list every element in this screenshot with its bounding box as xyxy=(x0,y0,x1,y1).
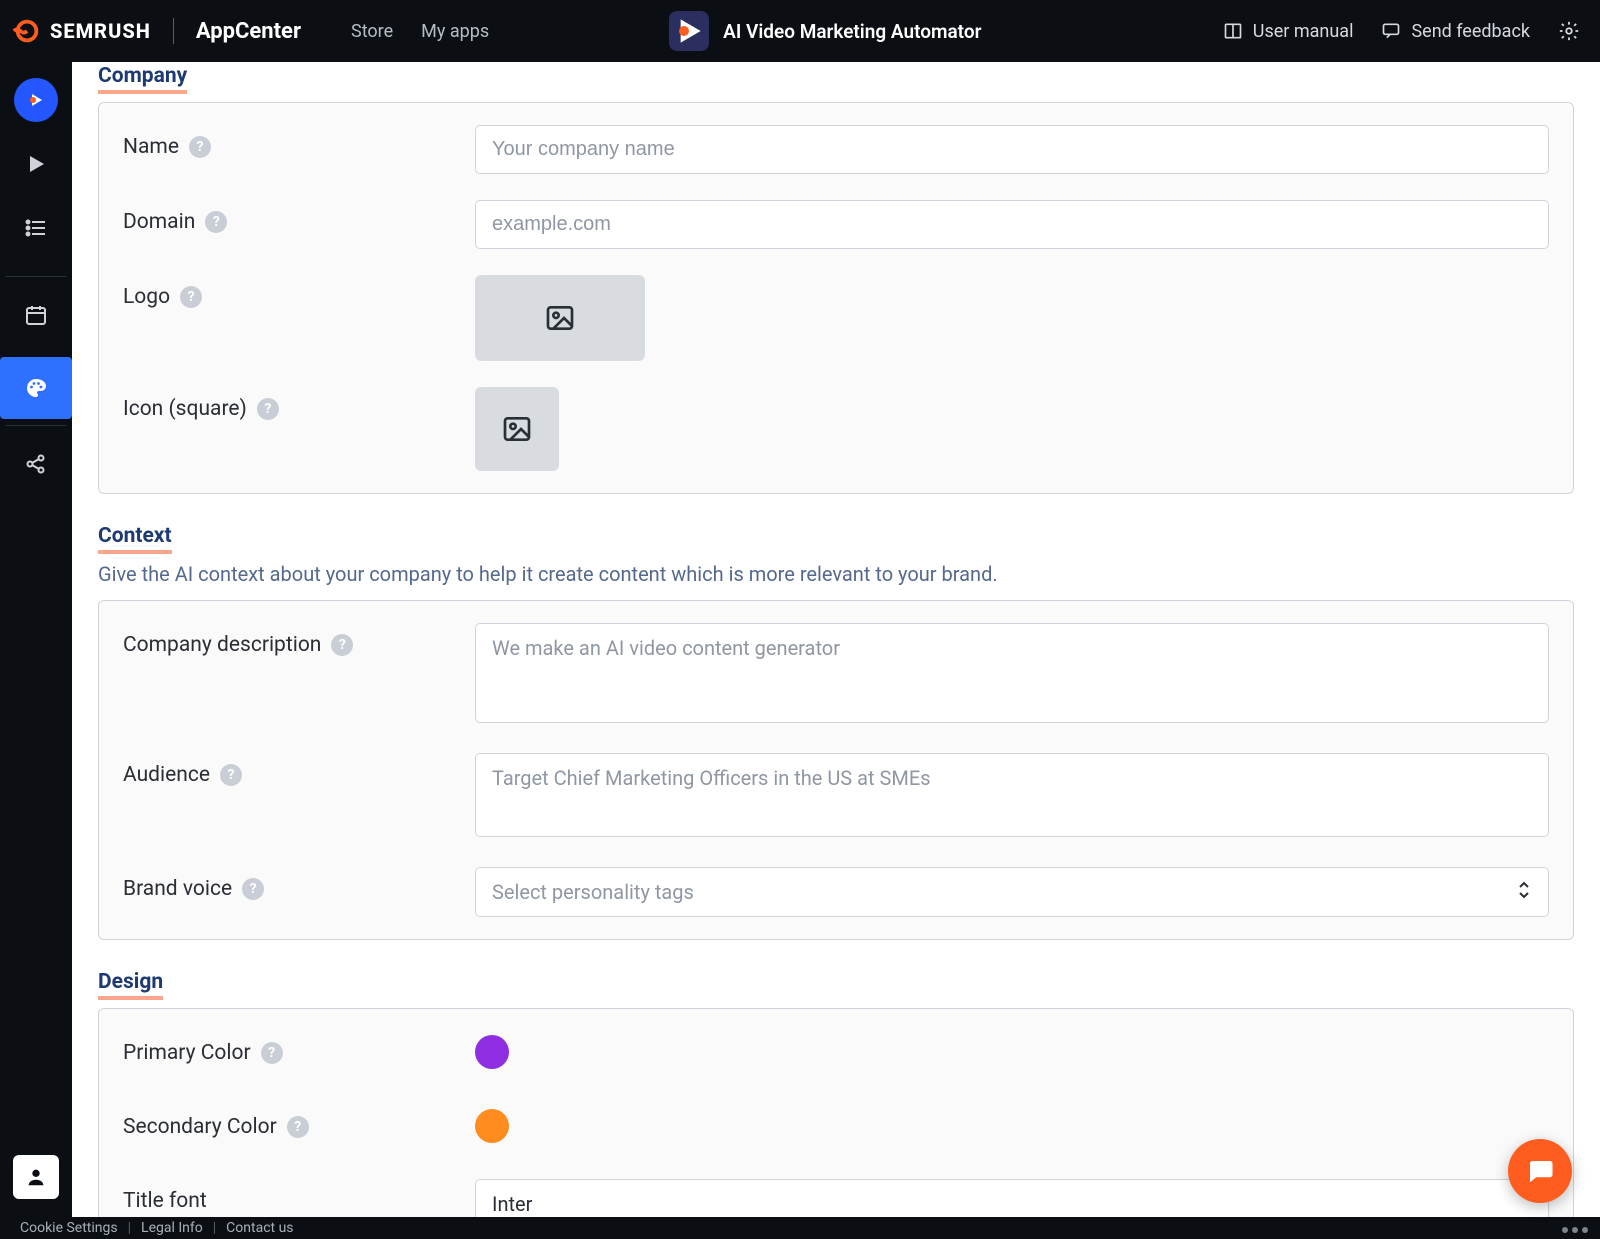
row-brand-voice: Brand voice ? Select personality tags xyxy=(123,867,1549,917)
brand-voice-select[interactable]: Select personality tags xyxy=(475,867,1549,917)
title-font-label: Title font xyxy=(123,1189,207,1213)
brand-divider xyxy=(173,18,174,44)
user-manual-label: User manual xyxy=(1253,21,1354,42)
row-title-font: Title font Inter xyxy=(123,1179,1549,1217)
help-icon[interactable]: ? xyxy=(287,1116,309,1138)
primary-color-swatch[interactable] xyxy=(475,1035,509,1069)
topbar: SEMRUSH AppCenter Store My apps AI Video… xyxy=(0,0,1600,62)
help-icon[interactable]: ? xyxy=(189,136,211,158)
user-manual-link[interactable]: User manual xyxy=(1223,21,1354,42)
primary-color-label: Primary Color xyxy=(123,1041,251,1065)
domain-label: Domain xyxy=(123,210,195,234)
help-icon[interactable]: ? xyxy=(205,211,227,233)
help-icon[interactable]: ? xyxy=(242,878,264,900)
footer: Cookie Settings | Legal Info | Contact u… xyxy=(0,1217,1600,1239)
sidebar-separator xyxy=(6,276,66,277)
main-content: Company Name ? Domain ? Logo ? xyxy=(72,62,1600,1217)
brand-voice-label: Brand voice xyxy=(123,877,232,901)
footer-sep: | xyxy=(213,1220,216,1236)
brand-name: SEMRUSH xyxy=(50,19,151,43)
name-label: Name xyxy=(123,135,179,159)
secondary-color-swatch[interactable] xyxy=(475,1109,509,1143)
image-icon xyxy=(501,413,533,445)
logo-upload[interactable] xyxy=(475,275,645,361)
sidebar-account-button[interactable] xyxy=(13,1155,59,1199)
calendar-icon xyxy=(24,303,48,327)
sidebar-item-brand[interactable] xyxy=(0,357,72,419)
sidebar xyxy=(0,62,72,1217)
chat-icon xyxy=(1525,1156,1555,1186)
audience-input[interactable] xyxy=(475,753,1549,837)
design-panel: Primary Color ? Secondary Color ? Title … xyxy=(98,1008,1574,1217)
feedback-icon xyxy=(1381,21,1401,41)
book-icon xyxy=(1223,21,1243,41)
dot-icon xyxy=(1572,1227,1578,1233)
row-company-icon: Icon (square) ? xyxy=(123,387,1549,471)
company-heading: Company xyxy=(98,64,187,94)
sidebar-app-icon[interactable] xyxy=(14,78,58,122)
row-company-domain: Domain ? xyxy=(123,200,1549,249)
share-icon xyxy=(24,452,48,476)
palette-icon xyxy=(24,376,48,400)
more-menu-button[interactable] xyxy=(1562,1227,1588,1233)
chat-button[interactable] xyxy=(1508,1139,1572,1203)
semrush-logo-icon xyxy=(12,16,42,46)
topbar-right: User manual Send feedback xyxy=(1223,20,1580,42)
help-icon[interactable]: ? xyxy=(257,398,279,420)
company-description-input[interactable] xyxy=(475,623,1549,723)
help-icon[interactable]: ? xyxy=(220,764,242,786)
company-name-input[interactable] xyxy=(475,125,1549,174)
logo-label: Logo xyxy=(123,285,170,309)
row-audience: Audience ? xyxy=(123,753,1549,841)
audience-label: Audience xyxy=(123,763,210,787)
footer-cookie-settings[interactable]: Cookie Settings xyxy=(20,1220,118,1236)
company-panel: Name ? Domain ? Logo ? xyxy=(98,102,1574,494)
list-icon xyxy=(24,216,48,240)
row-company-logo: Logo ? xyxy=(123,275,1549,361)
app-title: AI Video Marketing Automator xyxy=(723,20,981,43)
help-icon[interactable]: ? xyxy=(331,634,353,656)
send-feedback-label: Send feedback xyxy=(1411,21,1530,42)
help-icon[interactable]: ? xyxy=(261,1042,283,1064)
row-company-description: Company description ? xyxy=(123,623,1549,727)
app-badge-icon xyxy=(669,11,709,51)
icon-label: Icon (square) xyxy=(123,397,247,421)
sidebar-item-videos[interactable] xyxy=(14,142,58,186)
secondary-color-label: Secondary Color xyxy=(123,1115,277,1139)
settings-button[interactable] xyxy=(1558,20,1580,42)
footer-contact-us[interactable]: Contact us xyxy=(226,1220,293,1236)
appcenter-label[interactable]: AppCenter xyxy=(196,19,301,44)
context-panel: Company description ? Audience ? Brand v… xyxy=(98,600,1574,940)
company-domain-input[interactable] xyxy=(475,200,1549,249)
header-nav: Store My apps xyxy=(351,21,489,42)
context-subtitle: Give the AI context about your company t… xyxy=(98,562,1574,586)
nav-my-apps[interactable]: My apps xyxy=(421,21,489,42)
play-icon xyxy=(24,152,48,176)
send-feedback-link[interactable]: Send feedback xyxy=(1381,21,1530,42)
sidebar-item-calendar[interactable] xyxy=(14,293,58,337)
user-icon xyxy=(25,1166,47,1188)
gear-icon xyxy=(1558,20,1580,42)
row-company-name: Name ? xyxy=(123,125,1549,174)
current-app-badge[interactable]: AI Video Marketing Automator xyxy=(669,11,981,51)
description-label: Company description xyxy=(123,633,321,657)
brand[interactable]: SEMRUSH AppCenter xyxy=(12,16,301,46)
row-primary-color: Primary Color ? xyxy=(123,1031,1549,1079)
footer-sep: | xyxy=(128,1220,131,1236)
nav-store[interactable]: Store xyxy=(351,21,393,42)
title-font-select[interactable]: Inter xyxy=(475,1179,1549,1217)
footer-legal-info[interactable]: Legal Info xyxy=(141,1220,203,1236)
image-icon xyxy=(544,302,576,334)
icon-upload[interactable] xyxy=(475,387,559,471)
sidebar-item-share[interactable] xyxy=(14,442,58,486)
row-secondary-color: Secondary Color ? xyxy=(123,1105,1549,1153)
sidebar-separator-2 xyxy=(6,425,66,426)
sidebar-item-list[interactable] xyxy=(14,206,58,250)
context-heading: Context xyxy=(98,524,172,554)
play-circle-icon xyxy=(24,88,48,112)
dot-icon xyxy=(1582,1227,1588,1233)
help-icon[interactable]: ? xyxy=(180,286,202,308)
design-heading: Design xyxy=(98,970,163,1000)
dot-icon xyxy=(1562,1227,1568,1233)
